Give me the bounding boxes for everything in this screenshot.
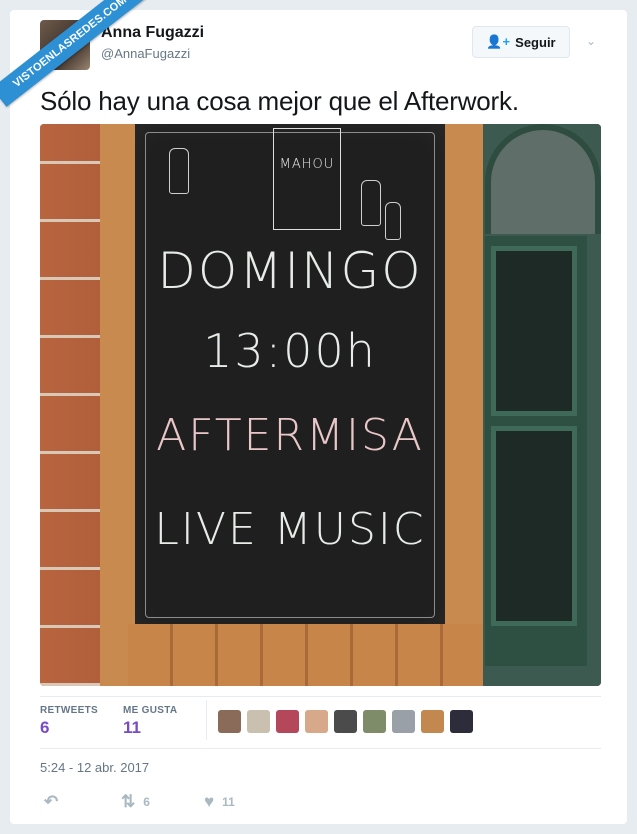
follow-button[interactable]: 👤+ Seguir <box>472 26 570 58</box>
reply-icon: ↶ <box>44 792 59 811</box>
likers-avatars <box>218 710 473 733</box>
chalk-line-3: AFTERMISA <box>156 410 424 461</box>
liker-avatar[interactable] <box>305 710 328 733</box>
liker-avatar[interactable] <box>247 710 270 733</box>
liker-avatar[interactable] <box>334 710 357 733</box>
bottle-drawing-icon <box>385 202 401 240</box>
chalk-line-2: 13:00h <box>203 324 377 378</box>
follow-button-label: Seguir <box>515 34 556 50</box>
liker-avatar[interactable] <box>363 710 386 733</box>
door-pane-top <box>491 246 577 416</box>
likes-label[interactable]: ME GUSTA <box>123 705 177 716</box>
retweets-count[interactable]: 6 <box>40 718 49 738</box>
retweet-icon: ⇅ <box>121 792 136 811</box>
heart-icon: ♥ <box>204 792 215 811</box>
chalk-line-4: LIVE MUSIC <box>154 504 426 555</box>
bottle-drawing-icon <box>361 180 381 226</box>
divider <box>40 748 601 749</box>
reply-button[interactable]: ↶ <box>44 792 58 812</box>
liker-avatar[interactable] <box>450 710 473 733</box>
window-arch <box>485 124 601 234</box>
chevron-down-icon[interactable]: ⌄ <box>586 34 596 48</box>
like-action-count: 11 <box>222 795 235 809</box>
liker-avatar[interactable] <box>218 710 241 733</box>
author-handle[interactable]: @AnnaFugazzi <box>101 46 190 61</box>
chalk-line-1: DOMINGO <box>157 242 423 300</box>
retweet-button[interactable]: ⇅ 6 <box>121 792 150 812</box>
timestamp[interactable]: 5:24 - 12 abr. 2017 <box>40 760 149 775</box>
liker-avatar[interactable] <box>276 710 299 733</box>
liker-avatar[interactable] <box>392 710 415 733</box>
likes-count[interactable]: 11 <box>123 718 141 738</box>
add-user-icon: 👤+ <box>486 34 511 49</box>
tweet-photo[interactable]: MAHOU DOMINGO 13:00h AFTERMISA LIVE MUSI… <box>40 124 601 686</box>
bottle-drawing-icon <box>169 148 189 194</box>
chalkboard: MAHOU DOMINGO 13:00h AFTERMISA LIVE MUSI… <box>135 124 445 634</box>
brand-box: MAHOU <box>273 128 341 230</box>
retweet-action-count: 6 <box>143 795 150 809</box>
tweet-card: VISTOENLASREDES.COM Anna Fugazzi @AnnaFu… <box>0 0 627 824</box>
door-pane-bottom <box>491 426 577 626</box>
brand-text: MAHOU <box>279 157 335 172</box>
wood-slats <box>128 624 483 686</box>
divider <box>40 696 601 697</box>
like-button[interactable]: ♥ 11 <box>204 792 235 812</box>
liker-avatar[interactable] <box>421 710 444 733</box>
green-door <box>485 236 587 666</box>
stats-separator <box>206 700 207 740</box>
tweet-text: Sólo hay una cosa mejor que el Afterwork… <box>40 86 519 116</box>
author-name[interactable]: Anna Fugazzi <box>101 24 204 42</box>
retweets-label[interactable]: RETWEETS <box>40 705 98 716</box>
